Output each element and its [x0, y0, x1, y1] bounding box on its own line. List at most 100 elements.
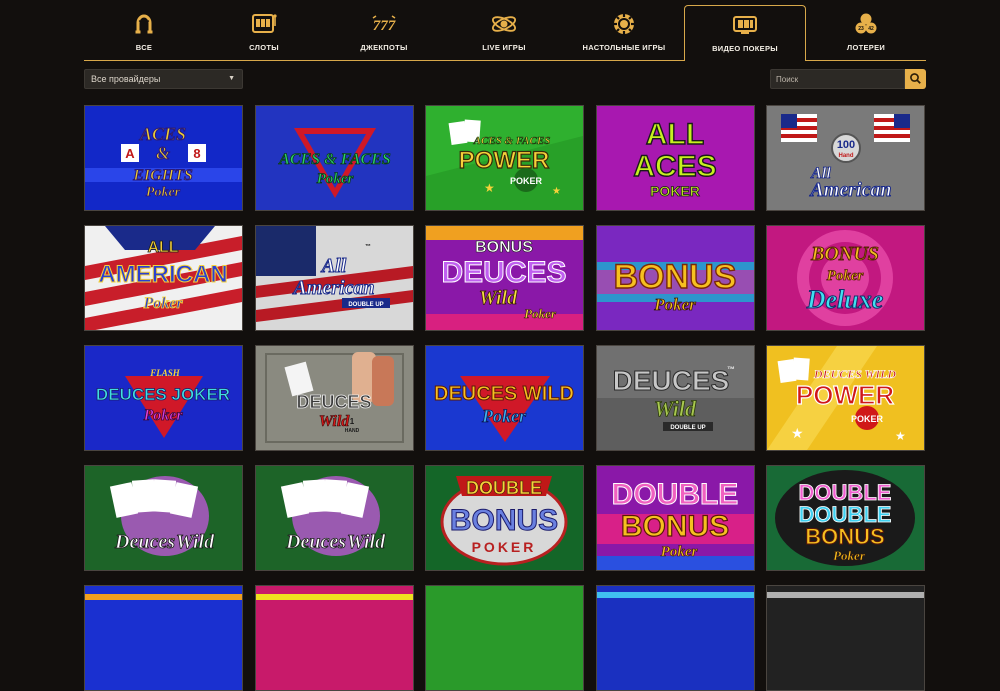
game-tile-bonus-poker[interactable]: BONUS Poker	[596, 225, 755, 331]
game-thumbnail: All ™ American DOUBLE UP	[256, 226, 413, 330]
game-thumbnail: ALL AMERICAN Poker	[85, 226, 242, 330]
game-tile-aces-eights[interactable]: ACES A & 8 EIGHTS Poker	[84, 105, 243, 211]
game-title-line: POWER	[796, 380, 894, 410]
tab-label: СЛОТЫ	[249, 43, 279, 52]
game-title-line: FLASH	[149, 368, 181, 378]
game-title-line: POKER	[851, 414, 884, 424]
game-title-line: Wild	[479, 287, 518, 309]
game-title-line: 100	[837, 139, 855, 151]
game-title-line: &	[156, 143, 170, 163]
game-tile-aces-faces[interactable]: ACES & FACES Poker	[255, 105, 414, 211]
game-title-line: Wild	[347, 531, 386, 553]
game-tile-deuces-wild-double-up[interactable]: DEUCES ™ Wild DOUBLE UP	[596, 345, 755, 451]
game-title-line: Deuces	[114, 531, 175, 553]
game-thumbnail: BONUS Poker	[597, 226, 754, 330]
search-icon	[910, 73, 921, 84]
game-title-line: BONUS	[450, 504, 558, 537]
game-title-line: BONUS	[475, 239, 533, 256]
game-title-line: American	[291, 277, 374, 299]
game-title-line: ACES	[633, 150, 716, 183]
game-thumbnail: Deuces Wild	[85, 466, 242, 570]
game-thumbnail: DOUBLE BONUS Poker	[597, 466, 754, 570]
game-tile-bonus-poker-deluxe[interactable]: BONUS Poker Deluxe	[766, 225, 925, 331]
game-thumbnail	[597, 586, 754, 690]
game-title-line: Wild	[654, 396, 697, 421]
game-thumbnail	[85, 586, 242, 690]
game-tile-row5-5[interactable]	[766, 585, 925, 691]
game-thumbnail: ALL ACES POKER	[597, 106, 754, 210]
game-title-line: BONUS	[805, 524, 884, 549]
game-title-line: American	[808, 179, 891, 201]
game-thumbnail: FLASH DEUCES JOKER Poker	[85, 346, 242, 450]
tab-live-games[interactable]: LIVE ИГРЫ	[444, 5, 564, 60]
game-thumbnail: DEUCES Wild 1 HAND	[256, 346, 413, 450]
svg-text:★: ★	[552, 186, 561, 197]
tab-label: ВИДЕО ПОКЕРЫ	[712, 44, 778, 53]
lottery-ball-number: 23	[858, 26, 864, 32]
game-tile-double-double-bonus[interactable]: DOUBLE DOUBLE BONUS Poker	[766, 465, 925, 571]
search-input[interactable]	[770, 69, 905, 89]
game-title-line: 1	[350, 417, 355, 426]
game-title-line: ALL	[147, 239, 178, 256]
tab-slots[interactable]: СЛОТЫ	[204, 5, 324, 60]
game-title-line: Poker	[142, 295, 183, 312]
game-tile-bonus-deuces-wild[interactable]: BONUS DEUCES Wild Poker	[425, 225, 584, 331]
game-tile-row5-2[interactable]	[255, 585, 414, 691]
search-box	[770, 69, 926, 89]
caret-down-icon: ▼	[228, 75, 235, 82]
game-tile-deuces-wild-power[interactable]: DEUCES WILD POWER POKER ★ ★	[766, 345, 925, 451]
game-tile-all-american-double-up[interactable]: All ™ American DOUBLE UP	[255, 225, 414, 331]
lottery-balls-icon: 23 42	[855, 13, 877, 34]
search-button[interactable]	[905, 69, 926, 89]
tab-label: ВСЕ	[135, 43, 153, 52]
game-tile-all-aces[interactable]: ALL ACES POKER	[596, 105, 755, 211]
svg-text:777: 777	[373, 18, 396, 34]
game-title-line: DOUBLE	[466, 478, 542, 498]
game-tile-deuces-wild-1-hand[interactable]: DEUCES Wild 1 HAND	[255, 345, 414, 451]
game-tile-deuces-wild-a[interactable]: Deuces Wild	[84, 465, 243, 571]
game-tile-all-american-100[interactable]: 100 Hand All American	[766, 105, 925, 211]
game-title-line: BONUS	[614, 258, 737, 296]
tab-jackpots[interactable]: 777 ДЖЕКПОТЫ	[324, 5, 444, 60]
tab-label: LIVE ИГРЫ	[482, 43, 526, 52]
video-poker-icon	[733, 16, 757, 34]
horseshoe-icon	[135, 14, 153, 34]
svg-text:★: ★	[791, 425, 804, 441]
game-title-line: DOUBLE UP	[348, 302, 383, 308]
game-title-line: BONUS	[810, 243, 879, 265]
tab-all[interactable]: ВСЕ	[84, 5, 204, 60]
game-thumbnail: Deuces Wild	[256, 466, 413, 570]
tab-table-games[interactable]: НАСТОЛЬНЫЕ ИГРЫ	[564, 5, 684, 60]
game-title-line: Poker	[317, 171, 354, 187]
game-title-line: DEUCES JOKER	[96, 385, 230, 404]
game-title-line: ™	[365, 243, 371, 250]
game-tile-all-american-poker[interactable]: ALL AMERICAN Poker	[84, 225, 243, 331]
game-tile-deuces-wild-b[interactable]: Deuces Wild	[255, 465, 414, 571]
game-tile-aces-faces-power[interactable]: ACES & FACES POWER POKER ★ ★	[425, 105, 584, 211]
provider-select[interactable]: Все провайдеры ▼	[84, 69, 243, 89]
game-title-line: POKER	[510, 176, 543, 186]
game-tile-double-bonus[interactable]: DOUBLE BONUS Poker	[596, 465, 755, 571]
poker-chip-icon	[614, 14, 634, 34]
game-title-line: All	[320, 255, 347, 277]
game-tile-row5-4[interactable]	[596, 585, 755, 691]
svg-text:★: ★	[895, 429, 906, 443]
tab-label: НАСТОЛЬНЫЕ ИГРЫ	[582, 43, 666, 52]
tab-video-poker[interactable]: ВИДЕО ПОКЕРЫ	[684, 5, 806, 61]
game-thumbnail: DEUCES WILD Poker	[426, 346, 583, 450]
game-thumbnail: ACES & FACES Poker	[256, 106, 413, 210]
game-thumbnail: DOUBLE DOUBLE BONUS Poker	[767, 466, 924, 570]
game-tile-deuces-wild-poker[interactable]: DEUCES WILD Poker	[425, 345, 584, 451]
game-title-line: ™	[727, 365, 735, 374]
game-thumbnail: 100 Hand All American	[767, 106, 924, 210]
game-title-line: Poker	[833, 548, 866, 563]
game-tile-row5-3[interactable]	[425, 585, 584, 691]
game-tile-row5-1[interactable]	[84, 585, 243, 691]
game-thumbnail: ACES A & 8 EIGHTS Poker	[85, 106, 242, 210]
game-title-line: ACES & FACES	[278, 151, 391, 168]
tab-lotteries[interactable]: 23 42 ЛОТЕРЕИ	[806, 5, 926, 60]
category-nav: ВСЕ СЛОТЫ 777 ДЖЕКПОТЫ LIVE ИГРЫ НАСТОЛЬ…	[84, 5, 926, 61]
game-tile-flash-deuces-joker[interactable]: FLASH DEUCES JOKER Poker	[84, 345, 243, 451]
game-title-line: DEUCES	[296, 392, 371, 412]
game-tile-double-bonus-poker[interactable]: DOUBLE BONUS POKER	[425, 465, 584, 571]
